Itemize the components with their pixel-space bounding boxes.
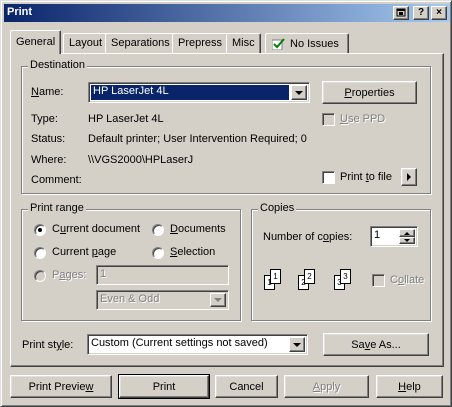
properties-button[interactable]: Properties: [322, 81, 417, 104]
name-label: Name:: [31, 86, 64, 98]
current-document-label: Current document: [52, 223, 141, 235]
tab-general[interactable]: General: [10, 30, 62, 54]
destination-group: Destination Name: HP LaserJet 4L Propert…: [21, 59, 431, 194]
print-to-file-checkbox[interactable]: [322, 171, 335, 184]
window-title: Print: [7, 6, 33, 18]
copies-value: 1: [374, 229, 381, 241]
type-value: HP LaserJet 4L: [88, 113, 164, 125]
tab-no-issues[interactable]: No Issues: [265, 33, 349, 53]
type-label: Type:: [31, 113, 58, 125]
use-ppd-label: Use PPD: [340, 113, 386, 125]
tab-prepress[interactable]: Prepress: [172, 33, 229, 53]
tab-layout[interactable]: Layout: [63, 33, 109, 53]
chevron-down-icon: [295, 90, 303, 95]
pages-label: Pages:: [52, 269, 87, 281]
selection-radio[interactable]: [152, 247, 164, 259]
destination-legend: Destination: [28, 59, 88, 71]
print-style-dropdown-button[interactable]: [289, 337, 305, 352]
chevron-down-icon: [293, 342, 301, 347]
tab-label: Layout: [69, 37, 103, 49]
documents-radio[interactable]: [152, 224, 164, 236]
title-bar[interactable]: Print ? ×: [4, 4, 450, 22]
system-menu-button[interactable]: [393, 6, 409, 20]
copies-legend: Copies: [258, 202, 297, 214]
help-label: Help: [398, 380, 421, 393]
tab-label: General: [16, 36, 56, 48]
tab-separations[interactable]: Separations: [105, 33, 176, 53]
number-of-copies-label: Number of copies:: [263, 231, 353, 243]
apply-label: Apply: [312, 380, 341, 393]
copies-increment-button[interactable]: [399, 229, 415, 237]
save-as-button[interactable]: Save As...: [323, 333, 429, 356]
page-set-select[interactable]: Even & Odd: [96, 290, 229, 310]
close-icon: ×: [436, 7, 442, 18]
question-icon: ?: [417, 7, 425, 18]
page-icon: 3: [340, 269, 351, 284]
current-page-label: Current page: [52, 246, 117, 258]
selection-label: Selection: [170, 246, 216, 258]
tab-misc[interactable]: Misc: [226, 33, 261, 53]
pages-input[interactable]: 1: [96, 265, 229, 285]
chevron-down-icon: [214, 298, 222, 302]
save-as-label: Save As...: [351, 338, 401, 351]
tab-label: Prepress: [178, 37, 223, 49]
comment-label: Comment:: [31, 174, 82, 186]
where-value: \\VGS2000\HPLaserJ: [88, 154, 194, 166]
apply-button[interactable]: Apply: [284, 375, 369, 398]
status-value: Default printer; User Intervention Requi…: [88, 133, 307, 145]
documents-label: Documents: [170, 223, 226, 235]
cancel-label: Cancel: [229, 380, 264, 393]
window-restore-icon: [396, 8, 406, 17]
general-tab-panel: Destination Name: HP LaserJet 4L Propert…: [10, 53, 444, 367]
copies-group: Copies Number of copies: 1 1 1 2 2 3 3 C…: [251, 202, 431, 321]
arrow-right-icon: [407, 173, 411, 181]
tab-label: Misc: [232, 37, 255, 49]
page-icon: 1: [270, 269, 281, 284]
current-document-radio[interactable]: [34, 224, 46, 236]
checkmark-icon: [272, 38, 285, 50]
use-ppd-checkbox[interactable]: [322, 113, 335, 126]
page-set-value: Even & Odd: [100, 293, 160, 305]
print-range-legend: Print range: [28, 202, 86, 214]
page-icon: 2: [304, 269, 315, 284]
pages-radio[interactable]: [34, 270, 46, 282]
print-to-file-label: Print to file: [340, 171, 392, 183]
page-set-dropdown-button[interactable]: [210, 293, 226, 307]
cancel-button[interactable]: Cancel: [215, 375, 278, 398]
context-help-button[interactable]: ?: [413, 6, 429, 20]
print-preview-button[interactable]: Print Preview: [10, 375, 112, 398]
printer-name-value: HP LaserJet 4L: [93, 85, 169, 97]
print-to-file-options-button[interactable]: [401, 168, 417, 186]
tab-label: No Issues: [290, 38, 339, 50]
collate-checkbox[interactable]: [372, 274, 385, 287]
print-style-value: Custom (Current settings not saved): [91, 337, 268, 349]
current-page-radio[interactable]: [34, 247, 46, 259]
print-button[interactable]: Print: [118, 374, 210, 399]
arrow-up-icon: [404, 231, 410, 235]
print-preview-label: Print Preview: [28, 380, 94, 393]
collate-label: Collate: [390, 274, 425, 286]
properties-label: Properties: [344, 86, 395, 99]
print-label: Print: [152, 380, 176, 393]
printer-name-select[interactable]: HP LaserJet 4L: [88, 82, 310, 103]
where-label: Where:: [31, 154, 67, 166]
copies-spinner[interactable]: 1: [370, 226, 418, 247]
help-button[interactable]: Help: [376, 375, 443, 398]
copies-decrement-button[interactable]: [399, 237, 415, 244]
status-label: Status:: [31, 133, 66, 145]
close-button[interactable]: ×: [431, 6, 447, 20]
tab-label: Separations: [111, 37, 170, 49]
print-range-group: Print range Current document Documents C…: [21, 202, 241, 321]
pages-value: 1: [100, 268, 107, 280]
arrow-down-icon: [404, 239, 410, 242]
print-style-label: Print style:: [22, 339, 74, 351]
print-dialog: Print ? × General Layout Separations Pre…: [0, 0, 452, 407]
print-style-select[interactable]: Custom (Current settings not saved): [87, 334, 308, 355]
printer-dropdown-button[interactable]: [291, 85, 307, 100]
